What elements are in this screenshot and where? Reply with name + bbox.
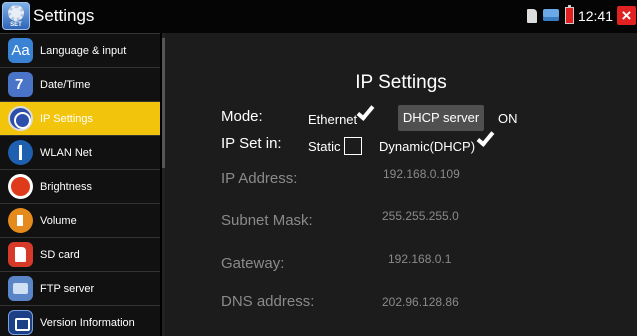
globe-icon <box>8 106 33 131</box>
dynamic-dhcp-label: Dynamic(DHCP) <box>379 139 476 154</box>
brightness-icon <box>8 174 33 199</box>
sidebar-item-label: Language & input <box>40 45 127 57</box>
close-button[interactable]: × <box>617 6 636 25</box>
static-checkbox[interactable] <box>344 137 362 155</box>
sidebar-item-label: Version Information <box>40 317 135 329</box>
calendar-icon <box>8 72 33 97</box>
network-status-icon <box>543 9 559 21</box>
ip-address-value[interactable]: 192.168.0.109 <box>383 167 460 181</box>
page-title: IP Settings <box>355 72 447 93</box>
battery-icon <box>565 5 574 24</box>
title-bar: SET Settings 12:41 × <box>0 0 637 33</box>
sidebar-item-ftp-server[interactable]: FTP server <box>0 271 160 305</box>
sidebar-item-label: FTP server <box>40 283 95 295</box>
subnet-mask-value[interactable]: 255.255.255.0 <box>382 209 459 223</box>
sidebar-item-label: Brightness <box>40 181 92 193</box>
sidebar-item-label: SD card <box>40 249 80 261</box>
volume-icon <box>8 208 33 233</box>
sidebar-item-ip-settings[interactable]: IP Settings <box>0 101 160 135</box>
gateway-label: Gateway: <box>221 255 285 272</box>
info-icon <box>8 310 33 335</box>
clock: 12:41 <box>577 8 613 24</box>
sd-card-icon <box>8 242 33 267</box>
sidebar-item-volume[interactable]: Volume <box>0 203 160 237</box>
ip-settings-panel: IP Settings Mode: Ethernet DHCP server O… <box>165 33 637 336</box>
sidebar-item-wlan-net[interactable]: WLAN Net <box>0 135 160 169</box>
sd-card-status-icon <box>527 9 537 23</box>
language-icon: Aa <box>8 38 33 63</box>
sidebar-item-label: WLAN Net <box>40 147 92 159</box>
dhcp-server-state: ON <box>498 111 518 126</box>
dhcp-server-button[interactable]: DHCP server <box>398 105 484 131</box>
settings-sidebar: Aa Language & input Date/Time IP Setting… <box>0 33 165 336</box>
ftp-icon <box>8 276 33 301</box>
sidebar-item-sd-card[interactable]: SD card <box>0 237 160 271</box>
static-label: Static <box>308 139 341 154</box>
gateway-value[interactable]: 192.168.0.1 <box>388 252 451 266</box>
dns-address-label: DNS address: <box>221 293 315 310</box>
sidebar-item-brightness[interactable]: Brightness <box>0 169 160 203</box>
mode-label: Mode: <box>221 108 263 125</box>
gear-icon <box>8 5 24 21</box>
sidebar-item-date-time[interactable]: Date/Time <box>0 67 160 101</box>
sidebar-item-label: Volume <box>40 215 77 227</box>
ethernet-checkbox[interactable] <box>356 102 376 129</box>
ethernet-label: Ethernet <box>308 112 358 127</box>
dns-address-value[interactable]: 202.96.128.86 <box>382 295 459 309</box>
settings-app-icon: SET <box>2 2 30 30</box>
sidebar-item-label: Date/Time <box>40 79 91 91</box>
sidebar-item-version-information[interactable]: Version Information <box>0 305 160 336</box>
ip-address-label: IP Address: <box>221 170 298 187</box>
sidebar-item-label: IP Settings <box>40 113 93 125</box>
ip-set-in-label: IP Set in: <box>221 135 282 152</box>
antenna-icon <box>8 140 33 165</box>
app-title: Settings <box>33 6 95 25</box>
checkmark-icon <box>356 102 375 121</box>
dynamic-dhcp-checkbox[interactable] <box>476 128 496 155</box>
sidebar-item-language-input[interactable]: Aa Language & input <box>0 33 160 67</box>
app-icon-caption: SET <box>10 22 22 28</box>
subnet-mask-label: Subnet Mask: <box>221 212 313 229</box>
